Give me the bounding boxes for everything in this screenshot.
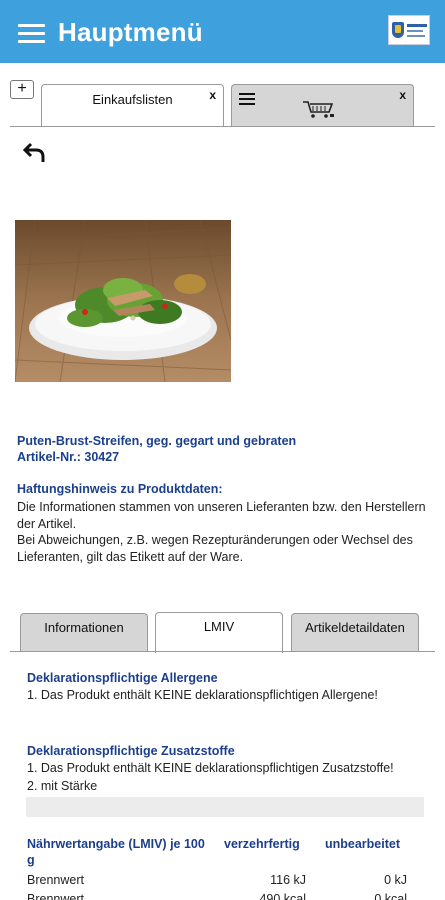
additives-section: Deklarationspflichtige Zusatzstoffe 1. D… (27, 743, 407, 795)
tab-divider (10, 651, 435, 652)
nutrition-col-raw: unbearbeitet (325, 837, 401, 851)
detail-tabs: Informationen LMIV Artikeldetaildaten (20, 612, 425, 653)
tab-lmiv[interactable]: LMIV (155, 612, 283, 653)
disclaimer-title: Haftungshinweis zu Produktdaten: (17, 482, 223, 496)
close-tab-icon[interactable]: x (399, 88, 406, 102)
close-tab-icon[interactable]: x (209, 88, 216, 102)
nutrition-col-ready: verzehrfertig (224, 837, 300, 851)
allergens-text: 1. Das Produkt enthält KEINE deklaration… (27, 687, 378, 702)
tab-einkaufslisten[interactable]: Einkaufslisten x (41, 84, 224, 127)
add-tab-button[interactable]: + (10, 80, 34, 99)
tab-divider (10, 126, 435, 127)
allergens-section: Deklarationspflichtige Allergene 1. Das … (27, 670, 407, 703)
app-title: Hauptmenü (58, 17, 203, 47)
additives-title: Deklarationspflichtige Zusatzstoffe (27, 744, 235, 758)
nutrition-row-label: Brennwert (27, 892, 84, 900)
tab-cart[interactable]: x (231, 84, 414, 126)
allergens-title: Deklarationspflichtige Allergene (27, 671, 218, 685)
app-bar: Hauptmenü (0, 0, 445, 63)
menu-icon[interactable] (239, 93, 255, 105)
disclaimer-text: Die Informationen stammen von unseren Li… (17, 499, 437, 565)
company-logo (388, 15, 430, 45)
product-title: Puten-Brust-Streifen, geg. gegart und ge… (17, 434, 297, 448)
tab-artikeldetaildaten[interactable]: Artikeldetaildaten (291, 613, 419, 652)
menu-icon[interactable] (18, 24, 45, 44)
product-image (15, 220, 231, 382)
cart-icon (303, 101, 334, 118)
nutrition-row-raw: 0 kcal (374, 892, 407, 900)
product-sku: Artikel-Nr.: 30427 (17, 450, 120, 464)
nutrition-row-label: Brennwert (27, 873, 84, 887)
disclaimer-line: Bei Abweichungen, z.B. wegen Rezepturänd… (17, 533, 413, 564)
row-shade (26, 797, 424, 817)
additives-item: 2. mit Stärke (27, 779, 98, 793)
nutrition-row-raw: 0 kJ (384, 873, 407, 887)
nutrition-row-ready: 490 kcal (259, 892, 306, 900)
tab-label: Einkaufslisten (92, 92, 173, 107)
back-arrow-icon[interactable] (22, 140, 48, 164)
disclaimer-line: Die Informationen stammen von unseren Li… (17, 500, 426, 531)
additives-text: 1. Das Produkt enthält KEINE deklaration… (27, 760, 394, 775)
nutrition-row-ready: 116 kJ (270, 873, 306, 887)
tab-informationen[interactable]: Informationen (20, 613, 148, 652)
nutrition-header: Nährwertangabe (LMIV) je 100 g (27, 837, 205, 867)
